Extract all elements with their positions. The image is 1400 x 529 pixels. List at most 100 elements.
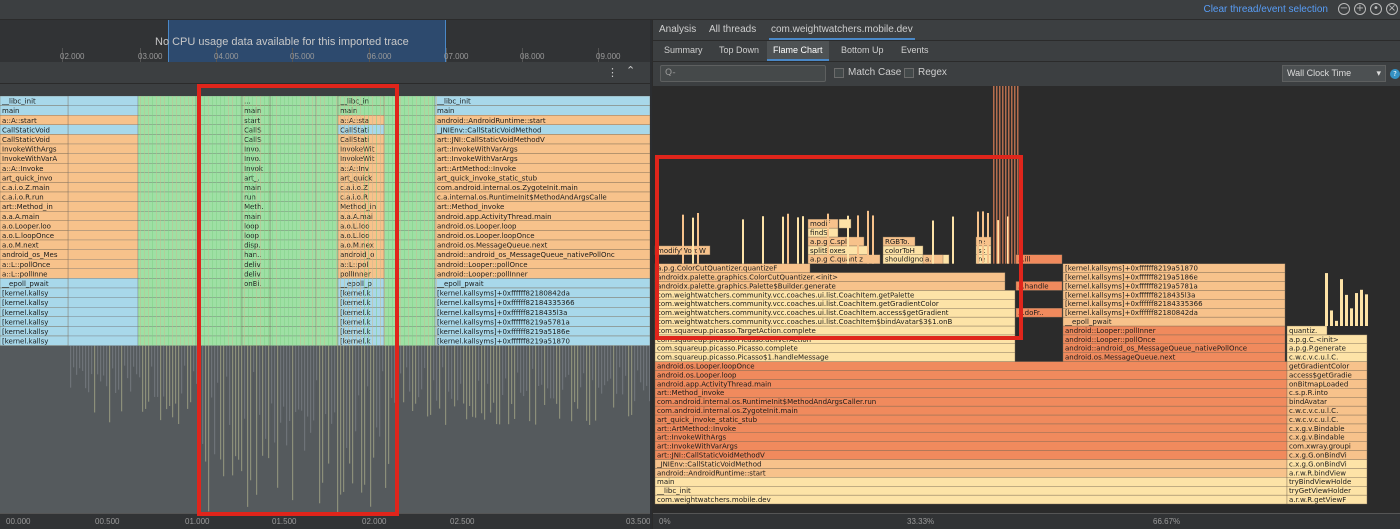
help-icon[interactable]: ?: [1390, 69, 1400, 79]
mid-short-frame[interactable]: ...doFr..: [1015, 307, 1063, 318]
search-input[interactable]: Q-: [660, 65, 826, 82]
left-flame-frame[interactable]: art::JNI::CallStaticVoidMethodV: [434, 134, 650, 145]
left-flame-frame[interactable]: android.app.ActivityThread.main: [434, 210, 650, 221]
right-stack-frame[interactable]: c.x.g.v.Bindable: [1286, 432, 1368, 442]
regex-checkbox[interactable]: [904, 68, 914, 78]
mid-flame-frame[interactable]: [kernel.kallsyms]+0xffffff8219a51870: [1062, 263, 1286, 273]
left-flame-frame[interactable]: android.os.Looper.loop: [434, 220, 650, 231]
right-flame-frame[interactable]: art::InvokeWithVarArgs: [654, 441, 1288, 451]
mid-flame-frame[interactable]: __epoll_pwait: [1062, 316, 1286, 327]
left-flame-frame[interactable]: a::A::Invoke: [0, 162, 69, 173]
small-flame-frame[interactable]: modif: [807, 218, 839, 229]
right-stack-frame[interactable]: c.w.c.v.c.u.l.C.: [1286, 405, 1368, 416]
right-flame-chart[interactable]: com.weightwatchers.mobile.dev__libc_init…: [653, 86, 1400, 516]
left-flame-frame[interactable]: android_os_Mes: [0, 249, 69, 260]
left-flame-frame[interactable]: [kernel.kallsy: [0, 326, 69, 337]
left-flame-frame[interactable]: art::Method_in: [0, 201, 69, 212]
right-flame-frame[interactable]: android.os.Looper.loopOnce: [654, 361, 1288, 371]
match-case-checkbox[interactable]: [834, 68, 844, 78]
right-stack-frame[interactable]: getGradientColor: [1286, 361, 1368, 371]
clock-type-select[interactable]: Wall Clock Time ▾: [1282, 65, 1386, 82]
left-flame-frame[interactable]: art::InvokeWithVarArgs: [434, 153, 650, 164]
right-flame-frame[interactable]: art::Method_invoke: [654, 388, 1288, 398]
tab-thread[interactable]: com.weightwatchers.mobile.dev: [769, 24, 915, 40]
left-flame-frame[interactable]: CallStaticVoid: [0, 134, 69, 145]
highlight-flame-frame[interactable]: com.weightwatchers.community.vcc.coaches…: [654, 307, 1016, 318]
small-flame-frame[interactable]: RGBTo.: [882, 236, 916, 247]
left-flame-frame[interactable]: art_quick_invoke_static_stub: [434, 172, 650, 183]
right-flame-frame[interactable]: __libc_init: [654, 486, 1288, 496]
timeline-overview[interactable]: No CPU usage data available for this imp…: [0, 20, 650, 62]
tab-flame-chart[interactable]: Flame Chart: [767, 41, 829, 61]
left-flame-chart[interactable]: __libc_init... __libc_in __libc_initmain ma…: [0, 96, 650, 516]
highlight-flame-frame[interactable]: com.weightwatchers.community.vcc.coaches…: [654, 290, 1016, 300]
left-flame-frame[interactable]: InvokeWithVarA: [0, 153, 69, 164]
left-flame-frame[interactable]: CallStaticVoid: [0, 124, 69, 135]
highlight-flame-frame[interactable]: androidx.palette.graphics.ColorCutQuanti…: [654, 272, 1006, 282]
tab-events[interactable]: Events: [901, 45, 929, 55]
left-flame-frame[interactable]: c.a.i.o.R.run: [0, 191, 69, 202]
left-flame-frame[interactable]: [kernel.kallsy: [0, 297, 69, 308]
left-flame-frame[interactable]: c.a.i.o.Z.main: [0, 182, 69, 193]
small-flame-frame[interactable]: [838, 218, 852, 229]
left-flame-frame[interactable]: [kernel.kallsyms]+0xffffff82180842da: [434, 287, 650, 298]
left-flame-frame[interactable]: a.o.M.next: [0, 239, 69, 250]
right-flame-frame[interactable]: main: [654, 477, 1288, 487]
mid-short-frame[interactable]: ...handle: [1015, 281, 1063, 291]
tab-all-threads[interactable]: All threads: [709, 24, 756, 35]
left-flame-frame[interactable]: [kernel.kallsy: [0, 316, 69, 327]
right-flame-frame[interactable]: _JNIEnv::CallStaticVoidMethod: [654, 459, 1288, 469]
right-stack-frame[interactable]: c.s.p.R.into: [1286, 388, 1368, 398]
left-flame-frame[interactable]: a::A::start: [0, 115, 69, 126]
plus-circle-icon[interactable]: +: [1354, 3, 1366, 15]
left-flame-frame[interactable]: [kernel.kallsy: [0, 287, 69, 298]
tab-summary[interactable]: Summary: [664, 45, 703, 55]
right-flame-frame[interactable]: com.android.internal.os.ZygoteInit.main: [654, 405, 1288, 416]
small-flame-frame[interactable]: a.p.g.C.quantiz: [807, 254, 881, 264]
highlight-flame-frame[interactable]: com.squareup.picasso.Picasso$1.handleMes…: [654, 352, 1016, 362]
left-flame-frame[interactable]: android.os.MessageQueue.next: [434, 239, 650, 250]
right-flame-frame[interactable]: art::JNI::CallStaticVoidMethodV: [654, 450, 1288, 460]
left-flame-frame[interactable]: __libc_init: [0, 96, 69, 106]
right-stack-frame[interactable]: tryBindViewHolde: [1286, 477, 1368, 487]
reset-zoom-icon[interactable]: •: [1370, 3, 1382, 15]
left-flame-frame[interactable]: __epoll_pwait: [434, 278, 650, 289]
highlight-flame-frame[interactable]: com.squareup.picasso.Picasso.deliverActi…: [654, 334, 1016, 344]
right-stack-frame[interactable]: com.xwray.groupi: [1286, 441, 1368, 451]
left-flame-frame[interactable]: a.o.Looper.loo: [0, 220, 69, 231]
tab-bottom-up[interactable]: Bottom Up: [841, 45, 884, 55]
close-icon[interactable]: ×: [1386, 3, 1398, 15]
left-flame-frame[interactable]: android::android_os_MessageQueue_nativeP…: [434, 249, 650, 260]
left-flame-frame[interactable]: __epoll_pwait: [0, 278, 69, 289]
right-flame-frame[interactable]: android.os.Looper.loop: [654, 370, 1288, 380]
mid-flame-frame[interactable]: [kernel.kallsyms]+0xffffff82180842da: [1062, 307, 1286, 318]
right-stack-frame[interactable]: c.w.c.v.c.u.l.C.: [1286, 352, 1368, 362]
right-stack-frame[interactable]: onBitmapLoaded: [1286, 379, 1368, 389]
left-flame-frame[interactable]: InvokeWithArgs: [0, 143, 69, 154]
mid-flame-frame[interactable]: [kernel.kallsyms]+0xffffff8219a5186e: [1062, 272, 1286, 282]
left-flame-frame[interactable]: [kernel.kallsy: [0, 306, 69, 317]
left-flame-frame[interactable]: [kernel.kallsyms]+0xffffff8219a51870: [434, 335, 650, 346]
mid-flame-frame[interactable]: android::android_os_MessageQueue_nativeP…: [1062, 343, 1286, 353]
highlight-flame-frame[interactable]: com.squareup.picasso.TargetAction.comple…: [654, 325, 1016, 336]
highlight-flame-frame[interactable]: com.weightwatchers.community.vcc.coaches…: [654, 316, 1016, 327]
right-stack-frame[interactable]: c.x.g.v.Bindable: [1286, 423, 1368, 433]
left-flame-frame[interactable]: c.a.internal.os.RuntimeInit$MethodAndArg…: [434, 191, 650, 202]
collapse-chevron-icon[interactable]: ⌃: [626, 64, 635, 77]
left-flame-frame[interactable]: art::ArtMethod::Invoke: [434, 162, 650, 173]
left-flame-frame[interactable]: art_quick_invo: [0, 172, 69, 183]
right-stack-frame[interactable]: tryGetViewHolder: [1286, 486, 1368, 496]
mid-flame-frame[interactable]: [kernel.kallsyms]+0xffffff8219a5781a: [1062, 281, 1286, 291]
right-stack-frame[interactable]: access$getGradie: [1286, 370, 1368, 380]
left-flame-frame[interactable]: [kernel.kallsyms]+0xffffff8219a5186e: [434, 326, 650, 337]
left-flame-frame[interactable]: art::InvokeWithVarArgs: [434, 143, 650, 154]
highlight-flame-frame[interactable]: androidx.palette.graphics.Palette$Builde…: [654, 281, 1006, 291]
right-stack-frame[interactable]: c.x.g.G.onBindVi: [1286, 459, 1368, 469]
left-flame-frame[interactable]: com.android.internal.os.ZygoteInit.main: [434, 182, 650, 193]
left-flame-frame[interactable]: [kernel.kallsyms]+0xffffff82184335366: [434, 297, 650, 308]
left-flame-frame[interactable]: __libc_init: [434, 96, 650, 106]
mid-flame-frame[interactable]: android.os.MessageQueue.next: [1062, 352, 1286, 362]
right-flame-frame[interactable]: art::ArtMethod::Invoke: [654, 423, 1288, 433]
left-flame-frame[interactable]: _JNIEnv::CallStaticVoidMethod: [434, 124, 650, 135]
right-stack-frame[interactable]: quantiz.: [1286, 325, 1328, 336]
